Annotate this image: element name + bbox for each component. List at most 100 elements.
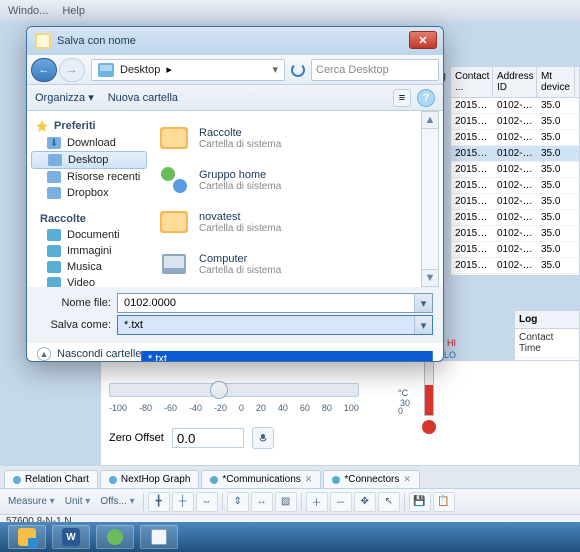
table-row[interactable]: 2015-12-...0102-00...35.0	[451, 130, 579, 146]
tab-close-icon[interactable]: ✕	[403, 474, 411, 485]
tool-zoom-in[interactable]: ＋	[306, 492, 328, 512]
breadcrumb-drop[interactable]: ▾	[272, 63, 278, 76]
organize-button[interactable]: Organizza ▾	[35, 91, 94, 104]
tab-close-icon[interactable]: ✕	[305, 474, 313, 485]
col-device[interactable]: Mt device	[537, 67, 575, 97]
type-combo[interactable]: *.txt ▾	[117, 315, 433, 335]
table-row[interactable]: 2015-12-...0102-00...35.0	[451, 226, 579, 242]
scroll-down[interactable]: ▼	[421, 269, 439, 287]
table-row[interactable]: 2015-12-...0102-00...35.0	[451, 210, 579, 226]
sidebar-item-dropbox[interactable]: Dropbox	[27, 185, 151, 201]
tool-save[interactable]: 💾	[409, 492, 431, 512]
tab-relation-chart[interactable]: Relation Chart	[4, 470, 98, 488]
table-row[interactable]: 2015-12-...0102-00...35.0	[451, 178, 579, 194]
menu-help[interactable]: Help	[62, 5, 85, 17]
list-item[interactable]: Gruppo homeCartella di sistema	[155, 159, 439, 201]
refresh-button[interactable]	[291, 63, 305, 77]
menu-window[interactable]: Windo...	[8, 5, 48, 17]
mic-button[interactable]	[252, 427, 274, 449]
table-row[interactable]: 2015-12-...0102-00...35.0	[451, 114, 579, 130]
tick-label: -100	[109, 403, 127, 413]
col-contact[interactable]: Contact ...	[451, 67, 493, 97]
tab-connectors[interactable]: *Connectors✕	[323, 470, 420, 488]
slider-thumb[interactable]	[210, 381, 228, 399]
tool-pointer[interactable]: ↖	[378, 492, 400, 512]
scroll-up[interactable]: ▲	[421, 111, 439, 129]
right-log-col[interactable]: Contact Time	[515, 329, 579, 358]
nav-bar: ← → Desktop ▸ ▾ Cerca Desktop	[27, 55, 443, 85]
sidebar-item-label: Dropbox	[67, 187, 109, 199]
table-row[interactable]: 2015-12-...0102-00...35.0	[451, 194, 579, 210]
filename-drop[interactable]: ▾	[414, 294, 432, 312]
breadcrumb-label[interactable]: Desktop	[120, 64, 160, 76]
tab-communications[interactable]: *Communications✕	[201, 470, 321, 488]
view-tabs: Relation ChartNextHop Graph*Communicatio…	[0, 466, 580, 488]
new-folder-button[interactable]: Nuova cartella	[108, 92, 178, 104]
close-button[interactable]: ✕	[409, 31, 437, 49]
sidebar-item-download[interactable]: Download	[27, 135, 151, 151]
bottom-toolbar: Measure Unit Offs... ╋ ┼ ⇔ ⇕ ↔ ▧ ＋ － ✥ ↖…	[0, 488, 580, 514]
taskbar-word[interactable]: W	[52, 525, 90, 549]
type-dropdown-list[interactable]: *.txt*.csv*.*	[141, 351, 433, 362]
tool-zoom-out-v[interactable]: ┼	[172, 492, 194, 512]
taskbar-outlook[interactable]	[8, 525, 46, 549]
type-option[interactable]: *.txt	[142, 351, 432, 362]
dialog-title: Salva con nome	[57, 35, 136, 47]
sidebar-item-recent[interactable]: Risorse recenti	[27, 169, 151, 185]
measure-drop[interactable]: Measure	[8, 496, 55, 507]
sidebar-item-images[interactable]: Immagini	[27, 243, 151, 259]
list-item[interactable]: novatestCartella di sistema	[155, 201, 439, 243]
table-row[interactable]: 2015-12-...0102-00...35.0	[451, 242, 579, 258]
tool-pan[interactable]: ✥	[354, 492, 376, 512]
folder-icon	[47, 137, 61, 149]
sidebar-item-documents[interactable]: Documenti	[27, 227, 151, 243]
tool-zoom-in-v[interactable]: ╋	[148, 492, 170, 512]
zero-offset-input[interactable]	[172, 428, 244, 448]
breadcrumb-sep[interactable]: ▸	[166, 63, 172, 76]
offset-slider[interactable]	[109, 383, 359, 397]
back-button[interactable]: ←	[31, 58, 57, 82]
list-item[interactable]: ComputerCartella di sistema	[155, 243, 439, 285]
help-button[interactable]: ?	[417, 89, 435, 107]
filename-combo[interactable]: 0102.0000 ▾	[117, 293, 433, 313]
type-drop[interactable]: ▾	[414, 316, 432, 334]
list-item[interactable]: RaccolteCartella di sistema	[155, 117, 439, 159]
tool-zoom-in-h[interactable]: ⇔	[196, 492, 218, 512]
expander-icon[interactable]: ▲	[37, 347, 51, 361]
table-row[interactable]: 2015-12-...0102-00...35.0	[451, 98, 579, 114]
taskbar-app[interactable]	[140, 525, 178, 549]
tick-label: 40	[278, 403, 288, 413]
type-value: *.txt	[124, 319, 143, 331]
tool-zoom-out[interactable]: －	[330, 492, 352, 512]
view-mode-button[interactable]: ≡	[393, 89, 411, 107]
sidebar-favorites-header[interactable]: Preferiti	[27, 117, 151, 135]
table-row[interactable]: 2015-12-...0102-00...35.0	[451, 258, 579, 274]
tool-fit-v[interactable]: ⇕	[227, 492, 249, 512]
file-list[interactable]: RaccolteCartella di sistemaGruppo homeCa…	[151, 111, 443, 287]
hide-folders-link[interactable]: Nascondi cartelle	[57, 348, 141, 360]
forward-button[interactable]: →	[59, 58, 85, 82]
unit-drop[interactable]: Unit	[65, 496, 91, 507]
tab-nexthop-graph[interactable]: NextHop Graph	[100, 470, 199, 488]
sidebar-item-label: Documenti	[67, 229, 120, 241]
taskbar-app-green[interactable]	[96, 525, 134, 549]
offset-drop[interactable]: Offs...	[100, 496, 134, 507]
list-item[interactable]: Rete	[155, 285, 439, 287]
sidebar-libraries-header[interactable]: Raccolte	[27, 211, 151, 227]
table-row[interactable]: 2015-12-...0102-00...35.0	[451, 146, 579, 162]
tool-grid[interactable]: ▧	[275, 492, 297, 512]
tool-fit-h[interactable]: ↔	[251, 492, 273, 512]
table-row[interactable]: 2015-12-...0102-00...35.0	[451, 162, 579, 178]
scrollbar[interactable]: ▲ ▼	[421, 111, 439, 287]
tool-copy[interactable]: 📋	[433, 492, 455, 512]
sidebar-item-music[interactable]: Musica	[27, 259, 151, 275]
data-table[interactable]: Contact ... Address ID Mt device 2015-12…	[450, 66, 580, 276]
computer-icon	[159, 249, 189, 279]
dialog-titlebar[interactable]: Salva con nome ✕	[27, 27, 443, 55]
breadcrumb[interactable]: Desktop ▸ ▾	[91, 59, 285, 81]
sidebar-item-desktop[interactable]: Desktop	[31, 151, 147, 169]
search-input[interactable]: Cerca Desktop	[311, 59, 439, 81]
sidebar-item-video[interactable]: Video	[27, 275, 151, 287]
type-label: Salva come:	[37, 319, 117, 331]
col-address[interactable]: Address ID	[493, 67, 537, 97]
